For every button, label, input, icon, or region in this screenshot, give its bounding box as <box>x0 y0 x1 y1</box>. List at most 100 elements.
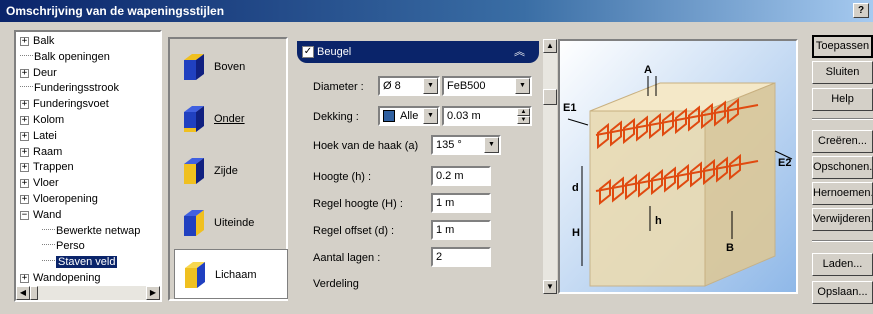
category-onder[interactable]: Onder <box>174 94 288 144</box>
category-uiteinde[interactable]: Uiteinde <box>174 198 288 248</box>
expand-icon[interactable]: + <box>20 179 29 189</box>
regel-hoogte-input[interactable]: 1 m <box>431 193 491 213</box>
category-label: Lichaam <box>215 269 257 281</box>
dekking-select[interactable]: Alle ▼ <box>378 106 440 126</box>
collapse-chevron-icon[interactable]: ︽ <box>514 41 525 63</box>
hoogte-input[interactable]: 0.2 m <box>431 166 491 186</box>
dialog-window: Omschrijving van de wapeningsstijlen ? +… <box>0 0 873 314</box>
dropdown-arrow-icon[interactable]: ▼ <box>423 78 438 94</box>
hook-angle-label: Hoek van de haak (a) <box>313 140 419 152</box>
element-tree[interactable]: + Balk Balk openingen + Deur Funderingsstrook… <box>14 30 162 302</box>
clean-button[interactable]: Opschonen... <box>812 156 873 179</box>
dekking-size-spinner[interactable]: 0.03 m ▲ ▼ <box>442 106 532 126</box>
load-button[interactable]: Laden... <box>812 253 873 276</box>
create-label: Creëren... <box>818 135 867 147</box>
cube-side-icon <box>184 158 204 184</box>
scroll-thumb[interactable] <box>30 286 38 300</box>
dropdown-arrow-icon[interactable]: ▼ <box>515 78 530 94</box>
dropdown-arrow-icon[interactable]: ▼ <box>423 108 438 124</box>
tree-item[interactable]: + Vloeropening <box>20 192 98 206</box>
tree-horizontal-scrollbar[interactable]: ◀ ▶ <box>16 286 160 300</box>
expand-icon[interactable]: + <box>20 147 29 157</box>
tree-connector <box>42 244 55 246</box>
tree-item[interactable]: + Vloer <box>20 176 59 190</box>
collapse-icon[interactable]: − <box>20 210 29 220</box>
tree-item[interactable]: Staven veld <box>42 255 118 269</box>
tree-item[interactable]: Bewerkte netwap <box>42 224 140 238</box>
section-header-beugel[interactable]: ✓ Beugel ︽ <box>297 41 539 63</box>
tree-item-label: Funderingsvoet <box>33 98 109 111</box>
button-separator <box>812 240 873 242</box>
properties-panel: ✓ Beugel ︽ Diameter : Ø 8 ▼ FeB500 ▼ Dek… <box>295 39 553 294</box>
category-lichaam[interactable]: Lichaam <box>174 249 288 299</box>
tree-item[interactable]: + Trappen <box>20 160 74 174</box>
label-e1: E1 <box>563 102 576 114</box>
tree-item[interactable]: + Latei <box>20 129 57 143</box>
clean-label: Opschonen... <box>813 161 873 173</box>
diameter-label: Diameter : <box>313 81 364 93</box>
tree-item[interactable]: + Wandopening <box>20 271 100 285</box>
tree-item-label: Balk openingen <box>34 50 110 63</box>
category-label: Uiteinde <box>214 217 255 229</box>
regel-offset-input[interactable]: 1 m <box>431 220 491 240</box>
expand-icon[interactable]: + <box>20 116 29 125</box>
help-question-button[interactable]: ? <box>853 3 869 18</box>
steel-grade-select[interactable]: FeB500 ▼ <box>442 76 532 96</box>
spin-down-icon[interactable]: ▼ <box>517 116 530 124</box>
tree-item[interactable]: + Kolom <box>20 113 64 127</box>
save-button[interactable]: Opslaan... <box>812 281 873 304</box>
cube-body-icon <box>185 262 205 288</box>
expand-icon[interactable]: + <box>20 68 29 78</box>
scroll-left-icon[interactable]: ◀ <box>16 286 30 300</box>
diameter-value: Ø 8 <box>383 80 401 92</box>
regel-hoogte-label: Regel hoogte (H) : <box>313 198 403 210</box>
label-h: h <box>655 215 662 227</box>
tree-connector <box>42 260 55 262</box>
scroll-up-icon[interactable]: ▲ <box>543 39 557 53</box>
tree-item[interactable]: Funderingsstrook <box>20 81 119 95</box>
tree-item[interactable]: + Deur <box>20 66 57 80</box>
verdeling-label: Verdeling <box>313 278 359 290</box>
scroll-down-icon[interactable]: ▼ <box>543 280 557 294</box>
apply-button[interactable]: Toepassen <box>812 35 873 58</box>
expand-icon[interactable]: + <box>20 37 29 46</box>
aantal-lagen-value: 2 <box>436 251 443 263</box>
aantal-lagen-input[interactable]: 2 <box>431 247 491 267</box>
create-button[interactable]: Creëren... <box>812 130 873 153</box>
hook-angle-value: 135 ° <box>436 139 462 151</box>
help-button[interactable]: Help <box>812 88 873 111</box>
label-e2: E2 <box>778 157 791 169</box>
tree-item[interactable]: Balk openingen <box>20 50 110 64</box>
tree-item-label: Kolom <box>33 114 65 126</box>
spin-up-icon[interactable]: ▲ <box>517 108 530 116</box>
tree-item[interactable]: Perso <box>42 239 85 253</box>
category-zijde[interactable]: Zijde <box>174 146 288 196</box>
expand-icon[interactable]: + <box>20 163 29 173</box>
expand-icon[interactable]: + <box>20 195 29 204</box>
regel-offset-label: Regel offset (d) : <box>313 225 395 237</box>
delete-button[interactable]: Verwijderen... <box>812 208 873 231</box>
tree-item-label: Wandopening <box>33 272 101 284</box>
scroll-thumb[interactable] <box>543 89 557 105</box>
label-d: d <box>572 182 579 194</box>
expand-icon[interactable]: + <box>20 100 29 110</box>
properties-vertical-scrollbar[interactable]: ▲ ▼ <box>543 39 557 294</box>
tree-item[interactable]: − Wand <box>20 208 61 222</box>
dropdown-arrow-icon[interactable]: ▼ <box>484 137 499 153</box>
hook-angle-select[interactable]: 135 ° ▼ <box>431 135 501 155</box>
beugel-checkbox[interactable]: ✓ <box>302 46 314 58</box>
expand-icon[interactable]: + <box>20 274 29 283</box>
steel-grade-value: FeB500 <box>447 80 486 92</box>
diameter-select[interactable]: Ø 8 ▼ <box>378 76 440 96</box>
category-boven[interactable]: Boven <box>174 42 288 92</box>
tree-item[interactable]: + Raam <box>20 145 62 159</box>
tree-item[interactable]: + Funderingsvoet <box>20 97 109 111</box>
window-title: Omschrijving van de wapeningsstijlen <box>6 4 225 18</box>
scroll-right-icon[interactable]: ▶ <box>146 286 160 300</box>
tree-item[interactable]: + Balk <box>20 34 54 48</box>
tree-item-label: Trappen <box>33 161 74 174</box>
close-button[interactable]: Sluiten <box>812 61 873 84</box>
expand-icon[interactable]: + <box>20 131 29 141</box>
rename-button[interactable]: Hernoemen... <box>812 182 873 205</box>
regel-hoogte-value: 1 m <box>436 197 455 209</box>
